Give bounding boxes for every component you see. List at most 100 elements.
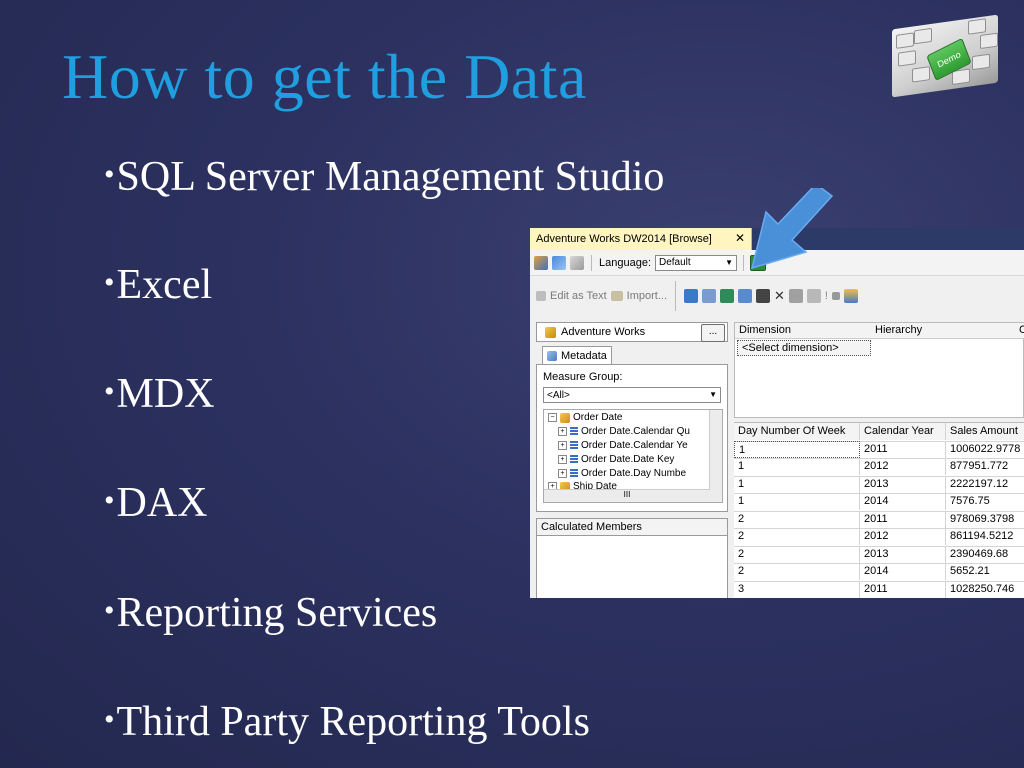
tree-item[interactable]: + Order Date.Calendar Qu <box>558 425 690 438</box>
select-dimension-cell[interactable]: <Select dimension> <box>737 340 871 356</box>
cube-name: Adventure Works <box>561 326 646 338</box>
expand-icon[interactable]: + <box>558 441 567 450</box>
table-cell[interactable]: 2390469.68 <box>946 546 1024 563</box>
expand-icon[interactable]: + <box>558 455 567 464</box>
measure-group-select[interactable]: <All> ▼ <box>543 387 721 403</box>
table-cell[interactable]: 2011 <box>860 580 946 598</box>
metadata-pane: Adventure Works ... Metadata Measure Gro… <box>536 320 728 598</box>
hierarchy-icon <box>570 455 578 464</box>
table-cell[interactable]: 2 <box>734 528 860 545</box>
results-pane: Dimension Hierarchy C <Select dimension>… <box>734 320 1024 598</box>
metadata-tree: − Order Date + Order Date.Calendar Qu + … <box>543 409 723 503</box>
tree-item[interactable]: − Order Date <box>548 411 622 424</box>
tree-item[interactable]: + Order Date.Day Numbe <box>558 467 686 480</box>
edit-as-text-button[interactable]: Edit as Text <box>550 290 607 302</box>
tab-adventure-works-browse[interactable]: Adventure Works DW2014 [Browse] ✕ <box>530 228 752 250</box>
tree-item-label: Order Date.Day Numbe <box>581 468 687 479</box>
cube-selector[interactable]: Adventure Works ... <box>536 322 728 342</box>
filter-pane: Dimension Hierarchy C <Select dimension> <box>734 322 1024 418</box>
table-cell[interactable]: 2 <box>734 563 860 580</box>
ssms-cube-browser-screenshot: Adventure Works DW2014 [Browse] ✕ Langua… <box>530 228 1024 598</box>
table-cell[interactable]: 1 <box>734 458 860 475</box>
tree-vertical-scrollbar[interactable] <box>709 410 722 502</box>
expand-icon[interactable]: + <box>558 427 567 436</box>
table-cell[interactable]: 5652.21 <box>946 563 1024 580</box>
measure-group-value: <All> <box>547 389 570 401</box>
results-grid: Day Number Of Week Calendar Year Sales A… <box>734 422 1024 598</box>
table-cell[interactable]: 2012 <box>860 528 946 545</box>
table-row: 2 2014 5652.21 <box>734 563 1024 582</box>
perspective-icon[interactable] <box>552 255 566 270</box>
language-label: Language: <box>599 256 651 269</box>
table-cell[interactable]: 1006022.9778 <box>946 441 1024 458</box>
tree-item-label: Order Date <box>573 412 623 423</box>
table-cell[interactable]: 2011 <box>860 510 946 528</box>
table-cell[interactable]: 2011 <box>860 440 946 458</box>
clear-grid-icon[interactable] <box>788 289 803 303</box>
user-icon[interactable] <box>534 255 548 270</box>
table-cell[interactable]: 2014 <box>860 563 946 580</box>
add-calculated-member-icon[interactable] <box>684 289 699 303</box>
grid-header-cell[interactable]: Sales Amount <box>946 423 1024 440</box>
table-cell[interactable]: 861194.5212 <box>946 528 1024 545</box>
bullet-reporting-services: Reporting Services <box>104 592 438 634</box>
design-mode-icon[interactable] <box>843 289 858 303</box>
language-select[interactable]: Default ▼ <box>655 254 737 271</box>
table-cell[interactable]: 978069.3798 <box>946 511 1024 528</box>
edit-icon <box>536 291 546 301</box>
table-cell[interactable]: 2013 <box>860 475 946 493</box>
collapse-icon[interactable]: − <box>548 413 557 422</box>
delete-icon[interactable]: ✕ <box>774 288 785 304</box>
filter-header: Dimension Hierarchy C <box>735 323 1024 339</box>
tree-item[interactable]: + Order Date.Calendar Ye <box>558 439 688 452</box>
import-button[interactable]: Import... <box>627 290 667 302</box>
chevron-down-icon: ▼ <box>709 390 717 399</box>
tree-horizontal-scrollbar[interactable]: III <box>544 489 710 502</box>
execute-icon[interactable]: ! <box>825 290 828 302</box>
measure-group-label: Measure Group: <box>543 371 623 383</box>
table-row: 1 2014 7576.75 <box>734 493 1024 512</box>
filter-header-dimension: Dimension <box>739 324 791 336</box>
table-cell[interactable]: 2 <box>734 545 860 563</box>
refresh-icon[interactable] <box>806 289 821 303</box>
tree-item[interactable]: + Order Date.Date Key <box>558 453 674 466</box>
callout-arrow-icon <box>750 188 834 270</box>
sort-icon[interactable] <box>738 289 753 303</box>
table-cell[interactable]: 1028250.746 <box>946 581 1024 598</box>
language-value: Default <box>659 257 691 268</box>
table-cell[interactable]: 2014 <box>860 493 946 510</box>
table-row: 2 2013 2390469.68 <box>734 545 1024 564</box>
slide-title: How to get the Data <box>62 41 587 112</box>
table-cell[interactable]: 3 <box>734 580 860 598</box>
filter-icon[interactable] <box>720 289 735 303</box>
folder-icon <box>610 291 623 301</box>
table-cell[interactable]: 1 <box>734 493 860 510</box>
table-cell[interactable]: 7576.75 <box>946 493 1024 510</box>
tab-metadata[interactable]: Metadata <box>542 346 612 364</box>
expand-icon[interactable]: + <box>558 469 567 478</box>
table-cell[interactable]: 2013 <box>860 545 946 563</box>
tree-item-label: Order Date.Calendar Ye <box>581 440 688 451</box>
show-empty-cells-icon[interactable] <box>702 289 717 303</box>
grid-header-cell[interactable]: Day Number Of Week <box>734 423 860 440</box>
table-cell[interactable]: 1 <box>734 440 860 458</box>
table-cell[interactable]: 2 <box>734 510 860 528</box>
table-cell[interactable]: 877951.772 <box>946 458 1024 475</box>
bullet-sql-server-management-studio: SQL Server Management Studio <box>104 156 665 198</box>
calculated-members-list[interactable] <box>536 536 728 598</box>
bullet-excel: Excel <box>104 264 213 306</box>
table-row: 1 2012 877951.772 <box>734 458 1024 477</box>
metadata-panel: Measure Group: <All> ▼ − Order Date + Or… <box>536 364 728 512</box>
table-cell[interactable]: 1 <box>734 475 860 493</box>
table-cell[interactable]: 2222197.12 <box>946 476 1024 493</box>
table-row: 2 2011 978069.3798 <box>734 510 1024 529</box>
grid-header-row: Day Number Of Week Calendar Year Sales A… <box>734 423 1024 442</box>
grid-header-cell[interactable]: Calendar Year <box>860 423 946 440</box>
auto-execute-icon[interactable] <box>756 289 771 303</box>
reconnect-icon[interactable] <box>570 255 584 270</box>
chevron-down-icon: ▼ <box>725 257 733 267</box>
browse-cube-button[interactable]: ... <box>701 324 725 342</box>
tree-item-label: Order Date.Date Key <box>581 454 675 465</box>
stop-icon[interactable] <box>831 292 840 300</box>
table-cell[interactable]: 2012 <box>860 458 946 475</box>
